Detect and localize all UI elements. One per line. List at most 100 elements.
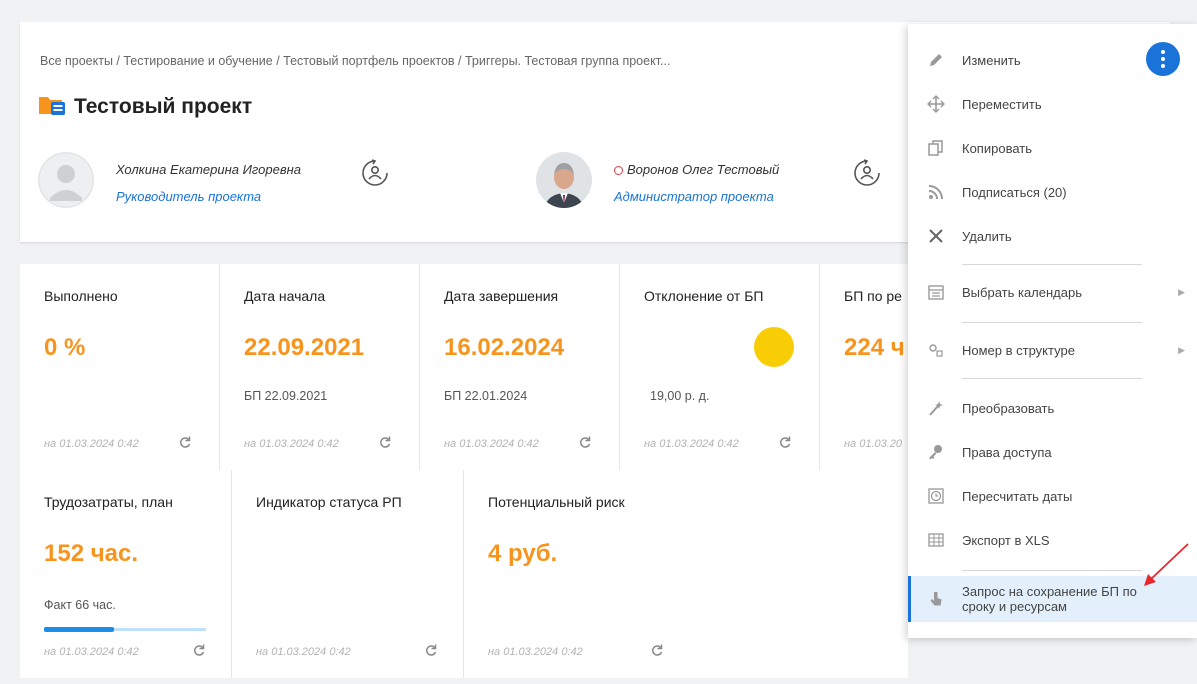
- menu-item-choose-calendar[interactable]: Выбрать календарь ▶: [908, 270, 1197, 314]
- magic-wand-icon: [926, 398, 946, 418]
- tile-date: на 01.03.2024 0:42: [244, 438, 339, 450]
- move-icon: [926, 94, 946, 114]
- tile-date: на 01.03.2024 0:42: [44, 438, 139, 450]
- labor-progress-bar: [44, 627, 206, 632]
- tile-label: Выполнено: [44, 288, 118, 304]
- key-icon: [926, 442, 946, 462]
- project-manager: Холкина Екатерина Игоревна Руководитель …: [38, 152, 388, 208]
- tile-label: Трудозатраты, план: [44, 494, 173, 510]
- admin-info: Воронов Олег Тестовый Администратор прое…: [614, 152, 779, 204]
- menu-item-label: Подписаться (20): [962, 184, 1067, 200]
- labor-progress-fill: [44, 627, 115, 632]
- refresh-icon[interactable]: [178, 435, 192, 454]
- admin-name: Воронов Олег Тестовый: [614, 162, 779, 177]
- submenu-arrow-icon: ▶: [1178, 286, 1185, 297]
- menu-item-label: Удалить: [962, 228, 1012, 244]
- status-mark-icon: [614, 166, 623, 175]
- refresh-icon[interactable]: [650, 643, 664, 662]
- project-folder-icon: [38, 92, 66, 121]
- menu-item-label: Запрос на сохранение БП по сроку и ресур…: [962, 584, 1137, 614]
- tile-labor-plan: Трудозатраты, план 152 час. Факт 66 час.…: [20, 470, 232, 678]
- tile-deviation: Отклонение от БП 19,00 р. д. на 01.03.20…: [620, 264, 820, 470]
- menu-item-label: Пересчитать даты: [962, 488, 1073, 504]
- menu-item-recalculate-dates[interactable]: Пересчитать даты: [908, 474, 1197, 518]
- tile-baseline: БП 22.09.2021: [244, 389, 328, 403]
- pencil-icon: [926, 50, 946, 70]
- status-indicator-dot: [753, 326, 795, 373]
- tile-date: на 01.03.2024 0:42: [644, 438, 739, 450]
- menu-divider: [962, 264, 1142, 265]
- tile-end-date: Дата завершения 16.02.2024 БП 22.01.2024…: [420, 264, 620, 470]
- calendar-icon: [926, 282, 946, 302]
- tile-label: Потенциальный риск: [488, 494, 625, 510]
- tile-value: 4 руб.: [488, 540, 558, 567]
- refresh-icon[interactable]: [424, 643, 438, 662]
- menu-item-edit[interactable]: Изменить: [908, 38, 1197, 82]
- menu-item-label: Переместить: [962, 96, 1042, 112]
- menu-item-structure-number[interactable]: Номер в структуре ▶: [908, 328, 1197, 372]
- menu-item-delete[interactable]: Удалить: [908, 214, 1197, 258]
- page-title: Тестовый проект: [74, 94, 253, 118]
- tile-label: Отклонение от БП: [644, 288, 764, 304]
- hand-pointer-icon: [926, 589, 946, 609]
- tile-value: 224 ч: [844, 334, 905, 361]
- admin-photo: [536, 152, 592, 208]
- menu-item-copy[interactable]: Копировать: [908, 126, 1197, 170]
- tile-baseline-resources: БП по ре 224 ч на 01.03.20: [820, 264, 908, 470]
- admin-name-text: Воронов Олег Тестовый: [627, 162, 780, 177]
- title-row: Тестовый проект: [38, 92, 252, 121]
- table-icon: [926, 530, 946, 550]
- close-icon: [926, 226, 946, 246]
- tile-start-date: Дата начала 22.09.2021 БП 22.09.2021 на …: [220, 264, 420, 470]
- menu-item-label: Копировать: [962, 140, 1032, 156]
- submenu-arrow-icon: ▶: [1178, 344, 1185, 355]
- tile-date: на 01.03.2024 0:42: [444, 438, 539, 450]
- tile-value: 0 %: [44, 334, 86, 361]
- menu-divider: [962, 378, 1142, 379]
- tile-potential-risk: Потенциальный риск 4 руб. на 01.03.2024 …: [464, 470, 908, 678]
- copy-icon: [926, 138, 946, 158]
- tile-label: Дата начала: [244, 288, 326, 304]
- tile-completed: Выполнено 0 % на 01.03.2024 0:42: [20, 264, 220, 470]
- tile-status-indicator: Индикатор статуса РП на 01.03.2024 0:42: [232, 470, 464, 678]
- tile-date: на 01.03.2024 0:42: [256, 646, 351, 658]
- menu-item-label: Права доступа: [962, 444, 1052, 460]
- tile-value: 152 час.: [44, 540, 139, 567]
- menu-item-move[interactable]: Переместить: [908, 82, 1197, 126]
- project-admin: Воронов Олег Тестовый Администратор прое…: [536, 152, 880, 208]
- change-admin-icon[interactable]: [852, 158, 882, 193]
- tile-value: 22.09.2021: [244, 334, 365, 361]
- refresh-icon[interactable]: [192, 643, 206, 662]
- menu-item-label: Преобразовать: [962, 400, 1055, 416]
- tile-value: 16.02.2024: [444, 334, 565, 361]
- manager-name: Холкина Екатерина Игоревна: [116, 162, 302, 177]
- admin-role-link[interactable]: Администратор проекта: [614, 189, 779, 204]
- tile-label: БП по ре: [844, 288, 902, 304]
- tile-deviation-value: 19,00 р. д.: [650, 389, 710, 403]
- rss-icon: [926, 182, 946, 202]
- menu-item-convert[interactable]: Преобразовать: [908, 386, 1197, 430]
- refresh-icon[interactable]: [578, 435, 592, 454]
- tile-date: на 01.03.2024 0:42: [488, 646, 583, 658]
- menu-item-label: Выбрать календарь: [962, 284, 1082, 300]
- annotation-arrow-icon: [1144, 543, 1189, 586]
- tile-date: на 01.03.2024 0:42: [44, 646, 139, 658]
- clock-icon: [926, 486, 946, 506]
- tile-baseline: БП 22.01.2024: [444, 389, 528, 403]
- refresh-icon[interactable]: [378, 435, 392, 454]
- tile-label: Индикатор статуса РП: [256, 494, 402, 510]
- tile-label: Дата завершения: [444, 288, 559, 304]
- change-manager-icon[interactable]: [360, 158, 390, 193]
- menu-item-label: Номер в структуре: [962, 342, 1075, 358]
- menu-item-subscribe[interactable]: Подписаться (20): [908, 170, 1197, 214]
- manager-role-link[interactable]: Руководитель проекта: [116, 189, 301, 204]
- tile-date: на 01.03.20: [844, 438, 903, 450]
- breadcrumb[interactable]: Все проекты / Тестирование и обучение / …: [40, 54, 670, 68]
- menu-item-label: Экспорт в XLS: [962, 532, 1050, 548]
- refresh-icon[interactable]: [778, 435, 792, 454]
- menu-divider: [962, 570, 1142, 571]
- menu-divider: [962, 322, 1142, 323]
- menu-item-label: Изменить: [962, 52, 1021, 68]
- menu-item-access-rights[interactable]: Права доступа: [908, 430, 1197, 474]
- manager-info: Холкина Екатерина Игоревна Руководитель …: [116, 152, 301, 204]
